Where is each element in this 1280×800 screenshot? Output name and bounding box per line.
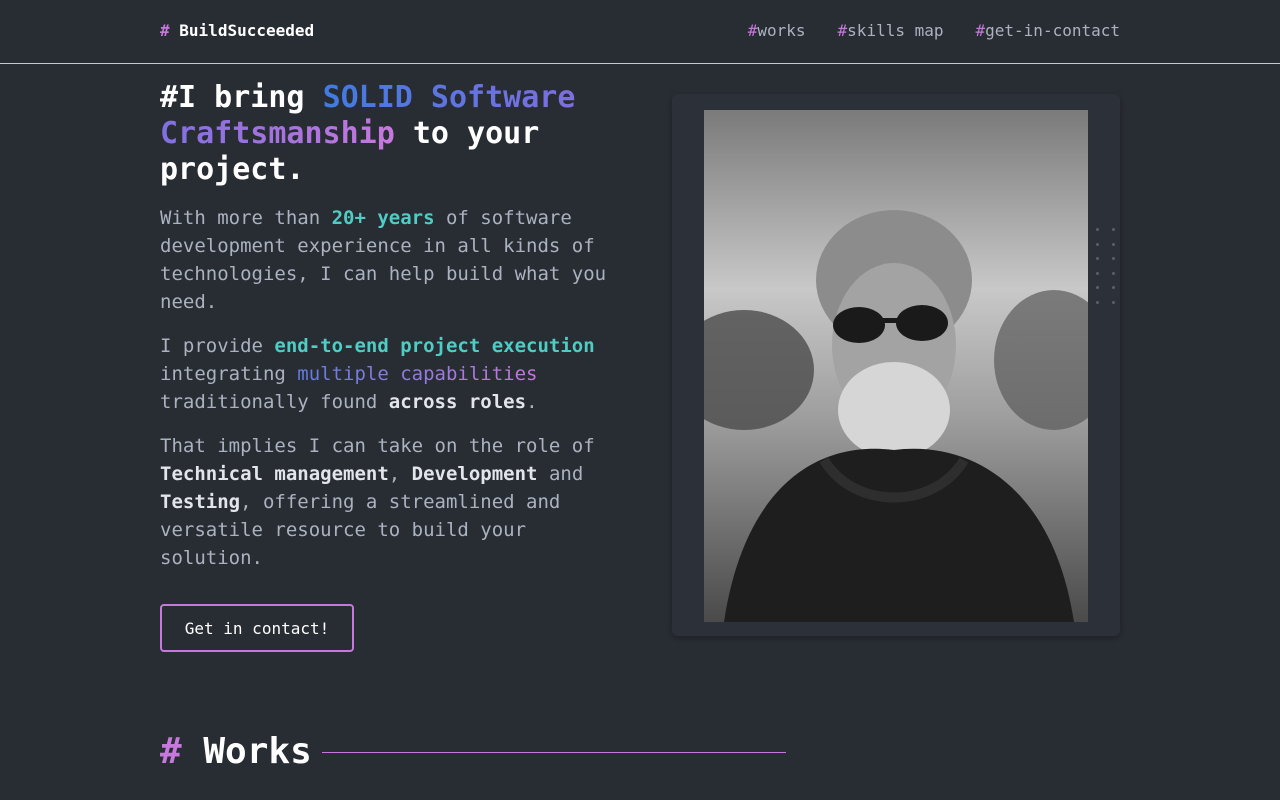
nav-hash: # [747, 21, 758, 40]
text: That implies I can take on the role of [160, 435, 595, 457]
role-testing: Testing [160, 491, 241, 513]
text: integrating [160, 363, 298, 385]
nav-label: works [757, 21, 806, 40]
text: With more than [160, 207, 332, 229]
works-divider [322, 752, 786, 753]
works-heading: # Works [160, 728, 312, 776]
nav-link-skills-map[interactable]: #skills map [838, 21, 944, 40]
nav-link-works[interactable]: #works [748, 21, 806, 40]
hero-paragraph-roles: That implies I can take on the role of T… [160, 432, 630, 572]
works-title-text: Works [203, 731, 312, 772]
text: and [537, 463, 584, 485]
decorative-dots [1096, 228, 1128, 315]
capabilities-highlight: multiple capabilities [297, 363, 538, 385]
execution-highlight: end-to-end project execution [274, 335, 595, 357]
nav-hash: # [975, 21, 986, 40]
text: , [388, 463, 412, 485]
hero-paragraph-experience: With more than 20+ years of software dev… [160, 204, 630, 316]
roles-highlight: across roles [388, 391, 527, 413]
nav-label: skills map [847, 21, 944, 40]
text: . [526, 391, 538, 413]
text: traditionally found [160, 391, 389, 413]
portrait-image [704, 110, 1088, 622]
hero-title-prefix: #I bring [160, 80, 323, 115]
nav-hash: # [837, 21, 848, 40]
logo-hash: # [160, 21, 170, 40]
nav-label: get-in-contact [985, 21, 1120, 40]
site-header: # BuildSucceeded #works #skills map #get… [0, 0, 1280, 64]
get-in-contact-button[interactable]: Get in contact! [160, 604, 354, 652]
portrait-photo [704, 110, 1088, 622]
text: I provide [160, 335, 275, 357]
hero-title: #I bring SOLID Software Craftsmanship to… [160, 80, 680, 188]
logo-text: BuildSucceeded [179, 21, 315, 40]
hero-description: With more than 20+ years of software dev… [160, 204, 630, 588]
works-hash: # [160, 731, 182, 772]
nav-link-get-in-contact[interactable]: #get-in-contact [976, 21, 1121, 40]
role-development: Development [411, 463, 538, 485]
site-logo[interactable]: # BuildSucceeded [160, 21, 314, 40]
main-nav: #works #skills map #get-in-contact [748, 21, 1120, 40]
years-highlight: 20+ years [331, 207, 435, 229]
hero-paragraph-execution: I provide end-to-end project execution i… [160, 332, 630, 416]
role-technical-management: Technical management [160, 463, 389, 485]
